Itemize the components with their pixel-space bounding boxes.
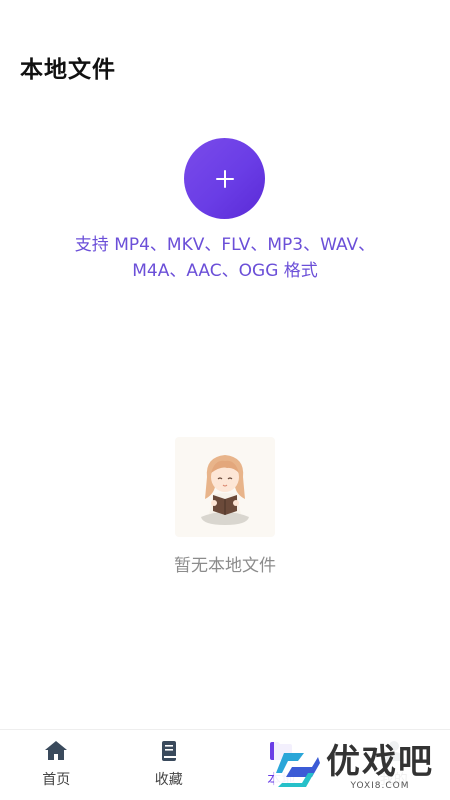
- tab-home-label: 首页: [42, 772, 71, 788]
- screen: 本地文件 支持 MP4、MKV、FLV、MP3、WAV、 M4A、AAC、OGG…: [0, 0, 450, 800]
- empty-state-illustration: [175, 437, 275, 537]
- home-icon: [45, 741, 68, 760]
- watermark: 优戏吧 YOXI8.COM: [274, 736, 446, 798]
- empty-state-text: 暂无本地文件: [174, 556, 276, 576]
- girl-reading-illustration: [201, 455, 249, 525]
- supported-formats-line-1: 支持 MP4、MKV、FLV、MP3、WAV、: [74, 235, 376, 255]
- plus-icon: [215, 169, 234, 188]
- watermark-brand-en: YOXI8.COM: [350, 781, 410, 791]
- tab-home[interactable]: 首页: [0, 730, 113, 800]
- supported-formats-text: 支持 MP4、MKV、FLV、MP3、WAV、 M4A、AAC、OGG 格式: [0, 232, 450, 284]
- tab-favorites-label: 收藏: [154, 772, 183, 788]
- page-title: 本地文件: [20, 57, 116, 83]
- supported-formats-line-2: M4A、AAC、OGG 格式: [132, 261, 318, 281]
- book-icon: [161, 741, 176, 761]
- watermark-logo-icon: [276, 753, 320, 787]
- add-file-button[interactable]: [184, 138, 265, 219]
- watermark-brand-cn: 优戏吧: [326, 742, 434, 782]
- tab-favorites[interactable]: 收藏: [113, 730, 226, 800]
